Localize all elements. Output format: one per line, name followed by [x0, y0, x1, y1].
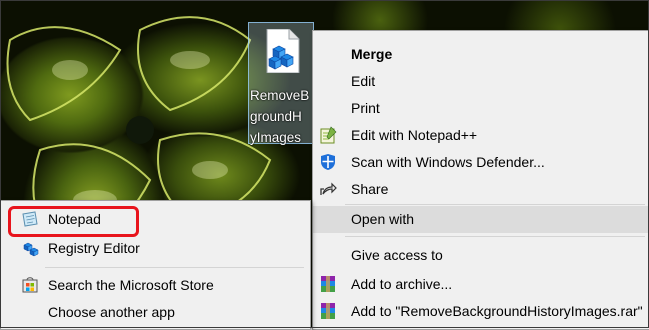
menu-item-label: Add to "RemoveBackgroundHistoryImages.ra… — [351, 303, 643, 319]
winrar-icon — [321, 276, 335, 292]
menu-item-give-access-to[interactable]: Give access to — [313, 242, 649, 269]
menu-item-scan-with-windows-defender[interactable]: Scan with Windows Defender... — [313, 149, 649, 176]
open-with-item-notepad[interactable]: Notepad — [1, 206, 310, 233]
registry-editor-icon — [23, 242, 39, 257]
menu-item-edit[interactable]: Edit — [313, 68, 649, 95]
menu-separator — [345, 204, 645, 205]
menu-item-share[interactable]: Share — [313, 176, 649, 203]
menu-item-add-to-rar[interactable]: Add to "RemoveBackgroundHistoryImages.ra… — [313, 298, 649, 325]
menu-item-label: Give access to — [351, 247, 443, 263]
menu-item-label: Open with — [351, 211, 415, 227]
open-with-item-microsoft-store[interactable]: Search the Microsoft Store — [1, 272, 310, 299]
menu-item-merge[interactable]: Merge — [313, 41, 649, 68]
menu-separator — [345, 236, 645, 237]
menu-item-label: Edit — [351, 73, 376, 89]
open-with-item-registry-editor[interactable]: Registry Editor — [1, 235, 310, 262]
open-with-submenu: Notepad Registry Editor Search the Micro… — [0, 200, 311, 330]
menu-item-edit-with-notepad-plus-plus[interactable]: Edit with Notepad++ — [313, 122, 649, 149]
menu-item-print[interactable]: Print — [313, 95, 649, 122]
menu-item-label: Notepad — [48, 211, 101, 227]
menu-separator — [45, 267, 304, 268]
menu-item-label: Print — [351, 100, 380, 116]
menu-item-label: Choose another app — [48, 304, 175, 320]
menu-item-label: Add to archive... — [351, 276, 453, 292]
registry-file-icon — [266, 29, 300, 73]
context-menu: Merge Edit Print Edit with Notepad++ Sca… — [312, 30, 649, 330]
windows-defender-icon — [321, 154, 335, 170]
menu-item-open-with[interactable]: Open with — [313, 206, 649, 233]
menu-item-label: Merge — [351, 46, 393, 62]
menu-item-label: Edit with Notepad++ — [351, 127, 478, 143]
menu-item-label: Search the Microsoft Store — [48, 277, 214, 293]
menu-item-label: Scan with Windows Defender... — [351, 154, 545, 170]
desktop-file-label: RemoveB groundH yImages — [250, 88, 310, 145]
microsoft-store-icon — [22, 277, 38, 293]
notepad-icon — [22, 211, 38, 227]
notepad-plus-plus-icon — [320, 126, 337, 144]
desktop-file-icon-tile[interactable]: RemoveB groundH yImages — [248, 22, 314, 145]
share-icon — [320, 182, 337, 195]
menu-item-label: Share — [351, 181, 389, 197]
open-with-item-choose-another-app[interactable]: Choose another app — [1, 299, 310, 326]
menu-item-add-to-archive[interactable]: Add to archive... — [313, 271, 649, 298]
winrar-icon — [321, 303, 335, 319]
menu-item-label: Registry Editor — [48, 240, 140, 256]
